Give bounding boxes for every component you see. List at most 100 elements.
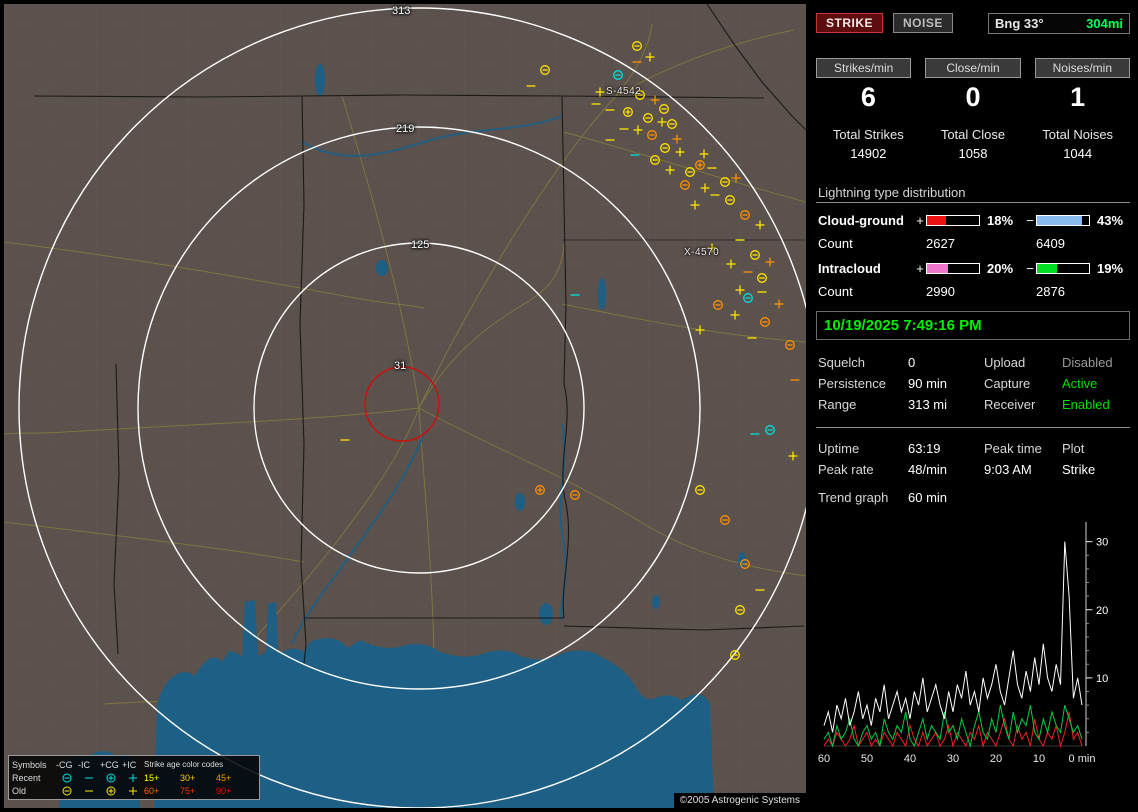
svg-text:30: 30 bbox=[1096, 537, 1108, 549]
total-close-label: Total Close bbox=[940, 127, 1006, 142]
indicator-bar: STRIKE NOISE Bng 33° 304mi bbox=[816, 12, 1130, 34]
copyright-text: ©2005 Astrogenic Systems bbox=[673, 793, 806, 808]
status-row: Uptime 63:19 Peak time Plot bbox=[816, 438, 1130, 459]
status-row: Peak rate 48/min 9:03 AM Strike bbox=[816, 459, 1130, 480]
ring-label-31: 31 bbox=[394, 360, 407, 372]
cg-pos-bar bbox=[926, 215, 980, 226]
ic-neg-bar bbox=[1036, 263, 1090, 274]
legend-header-ic-pos: +IC bbox=[122, 759, 137, 770]
trend-graph: 10 20 30 60 50 40 30 20 10 0 min bbox=[818, 522, 1108, 765]
total-close-value: 1058 bbox=[958, 146, 988, 161]
legend-age-title: Strike age color codes bbox=[144, 760, 224, 769]
legend-row-recent-label: Recent bbox=[12, 772, 41, 783]
ic-pos-bar bbox=[926, 263, 980, 274]
age-75: 75+ bbox=[180, 785, 196, 796]
uptime-block: Uptime 63:19 Peak time Plot Peak rate 48… bbox=[816, 438, 1130, 480]
age-90: 90+ bbox=[216, 785, 232, 796]
station-label-x4570: X-4570 bbox=[684, 247, 720, 258]
totals-block: Total Strikes Total Close Total Noises 1… bbox=[816, 127, 1130, 161]
settings-row: Squelch 0 Upload Disabled bbox=[816, 352, 1130, 373]
svg-text:30: 30 bbox=[947, 753, 959, 765]
uptime-value: 63:19 bbox=[908, 441, 941, 456]
rate-values: 6 0 1 bbox=[816, 82, 1130, 113]
svg-text:40: 40 bbox=[904, 753, 916, 765]
plus-sign: + bbox=[916, 213, 924, 228]
peak-rate-value: 48/min bbox=[908, 462, 948, 477]
uptime-label: Uptime bbox=[818, 441, 860, 456]
map-legend: Symbols -CG -IC +CG +IC Strike age color… bbox=[8, 755, 260, 800]
station-label-s4542: S-4542 bbox=[606, 86, 642, 97]
plot-label: Plot bbox=[1062, 441, 1085, 456]
close-per-min-value: 0 bbox=[965, 82, 981, 112]
strikes-per-min-button[interactable]: Strikes/min bbox=[816, 58, 912, 78]
count-label: Count bbox=[818, 236, 853, 251]
section-divider bbox=[816, 427, 1130, 428]
total-noises-value: 1044 bbox=[1063, 146, 1093, 161]
bearing-readout: Bng 33° 304mi bbox=[988, 12, 1130, 34]
cg-neg-icon bbox=[56, 785, 78, 797]
legend-header-cg-pos: +CG bbox=[100, 759, 119, 770]
section-divider bbox=[816, 202, 1130, 203]
upload-label: Upload bbox=[984, 355, 1026, 370]
plus-sign: + bbox=[916, 261, 924, 276]
receiver-label: Receiver bbox=[984, 397, 1036, 412]
age-45: 45+ bbox=[216, 772, 232, 783]
bearing-value: Bng 33° bbox=[995, 15, 1044, 31]
legend-header-ic-neg: -IC bbox=[78, 759, 90, 770]
legend-title: Symbols bbox=[12, 759, 47, 770]
cloud-ground-row: Cloud-ground + 18% − 43% bbox=[816, 213, 1130, 228]
legend-row-old-label: Old bbox=[12, 785, 27, 796]
rate-buttons: Strikes/min Close/min Noises/min bbox=[816, 58, 1130, 78]
receiver-status: Enabled bbox=[1062, 397, 1110, 412]
settings-row: Persistence 90 min Capture Active bbox=[816, 373, 1130, 394]
range-label: Range bbox=[818, 397, 857, 412]
cg-pos-percent: 18% bbox=[987, 213, 1014, 228]
intracloud-count-row: Count 2990 2876 bbox=[816, 284, 1130, 299]
age-60: 60+ bbox=[144, 785, 160, 796]
cg-neg-bar bbox=[1036, 215, 1090, 226]
ic-pos-percent: 20% bbox=[987, 261, 1014, 276]
ic-pos-count: 2990 bbox=[926, 284, 955, 299]
close-per-min-button[interactable]: Close/min bbox=[925, 58, 1021, 78]
svg-text:10: 10 bbox=[1096, 673, 1108, 685]
trend-header: Trend graph 60 min bbox=[816, 490, 1130, 510]
ic-neg-percent: 19% bbox=[1097, 261, 1124, 276]
cg-neg-icon bbox=[56, 772, 78, 784]
status-panel: STRIKE NOISE Bng 33° 304mi Strikes/min C… bbox=[812, 4, 1134, 808]
noises-per-min-value: 1 bbox=[1070, 82, 1086, 112]
svg-text:10: 10 bbox=[1033, 753, 1045, 765]
map-panel[interactable]: 313 219 125 31 S-4542 X-4570 Symbols -CG… bbox=[4, 4, 806, 808]
ic-pos-icon bbox=[122, 772, 144, 784]
strike-indicator[interactable]: STRIKE bbox=[816, 13, 884, 33]
noises-per-min-button[interactable]: Noises/min bbox=[1034, 58, 1130, 78]
minus-sign: − bbox=[1026, 213, 1034, 228]
cg-neg-count: 6409 bbox=[1036, 236, 1065, 251]
trend-window-value: 60 min bbox=[908, 490, 948, 505]
age-15: 15+ bbox=[144, 772, 160, 783]
peak-time-label: Peak time bbox=[984, 441, 1042, 456]
datetime-display: 10/19/2025 7:49:16 PM bbox=[816, 311, 1130, 340]
ic-neg-icon bbox=[78, 785, 100, 797]
intracloud-row: Intracloud + 20% − 19% bbox=[816, 261, 1130, 276]
intracloud-label: Intracloud bbox=[818, 261, 881, 276]
ic-neg-icon bbox=[78, 772, 100, 784]
persistence-value: 90 min bbox=[908, 376, 948, 391]
range-value: 313 mi bbox=[908, 397, 948, 412]
app-window: 313 219 125 31 S-4542 X-4570 Symbols -CG… bbox=[0, 0, 1138, 812]
peak-time-value: 9:03 AM bbox=[984, 462, 1032, 477]
ring-label-313: 313 bbox=[392, 5, 411, 17]
svg-text:20: 20 bbox=[990, 753, 1002, 765]
svg-text:20: 20 bbox=[1096, 605, 1108, 617]
settings-block: Squelch 0 Upload Disabled Persistence 90… bbox=[816, 352, 1130, 415]
ring-label-219: 219 bbox=[396, 123, 415, 135]
capture-label: Capture bbox=[984, 376, 1031, 391]
ic-neg-count: 2876 bbox=[1036, 284, 1065, 299]
ring-label-125: 125 bbox=[411, 239, 430, 251]
total-noises-label: Total Noises bbox=[1042, 127, 1114, 142]
svg-text:50: 50 bbox=[861, 753, 873, 765]
svg-text:60: 60 bbox=[818, 753, 830, 765]
ic-pos-icon bbox=[122, 785, 144, 797]
upload-status: Disabled bbox=[1062, 355, 1113, 370]
svg-text:0 min: 0 min bbox=[1069, 753, 1096, 765]
noise-indicator[interactable]: NOISE bbox=[893, 13, 953, 33]
